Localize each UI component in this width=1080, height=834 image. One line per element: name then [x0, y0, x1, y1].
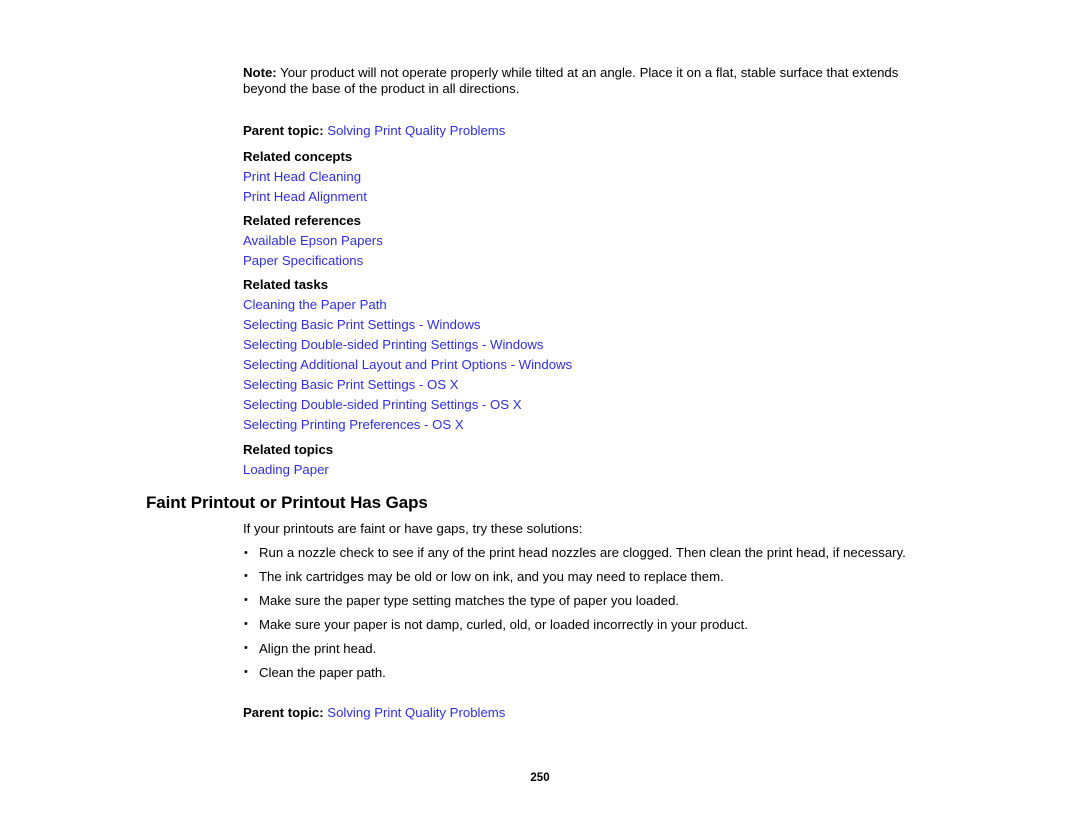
related-link[interactable]: Selecting Basic Print Settings - Windows — [243, 315, 926, 335]
related-link[interactable]: Paper Specifications — [243, 251, 926, 271]
related-link[interactable]: Selecting Double-sided Printing Settings… — [243, 335, 926, 355]
related-link[interactable]: Cleaning the Paper Path — [243, 295, 926, 315]
related-concepts-group: Related concepts Print Head Cleaning Pri… — [243, 147, 926, 207]
page-number: 250 — [530, 772, 550, 784]
list-item: Run a nozzle check to see if any of the … — [243, 544, 926, 561]
list-item: Align the print head. — [243, 640, 926, 657]
related-link[interactable]: Print Head Cleaning — [243, 167, 926, 187]
related-link[interactable]: Selecting Additional Layout and Print Op… — [243, 355, 926, 375]
parent-topic-link[interactable]: Solving Print Quality Problems — [327, 123, 505, 138]
related-group-heading: Related topics — [243, 442, 334, 457]
note-paragraph: Note: Your product will not operate prop… — [243, 65, 926, 98]
related-topics-group: Related topics Loading Paper — [243, 440, 926, 480]
page-title: Faint Printout or Printout Has Gaps — [146, 493, 428, 512]
related-link[interactable]: Selecting Basic Print Settings - OS X — [243, 375, 926, 395]
related-link[interactable]: Print Head Alignment — [243, 187, 926, 207]
list-item: Make sure your paper is not damp, curled… — [243, 616, 926, 633]
note-text: Your product will not operate properly w… — [243, 65, 899, 97]
related-link[interactable]: Selecting Printing Preferences - OS X — [243, 415, 926, 435]
section-intro: If your printouts are faint or have gaps… — [243, 521, 583, 536]
related-link[interactable]: Selecting Double-sided Printing Settings… — [243, 395, 926, 415]
parent-topic-label: Parent topic: — [243, 123, 324, 138]
list-item: Clean the paper path. — [243, 664, 926, 681]
list-item: Make sure the paper type setting matches… — [243, 592, 926, 609]
parent-topic-label: Parent topic: — [243, 705, 324, 720]
related-group-heading: Related references — [243, 213, 362, 228]
related-link[interactable]: Loading Paper — [243, 460, 926, 480]
related-group-heading: Related tasks — [243, 277, 329, 292]
document-page: Note: Your product will not operate prop… — [0, 0, 1080, 834]
related-link[interactable]: Available Epson Papers — [243, 231, 926, 251]
related-references-group: Related references Available Epson Paper… — [243, 211, 926, 271]
note-label: Note: — [243, 65, 277, 80]
solutions-list: Run a nozzle check to see if any of the … — [243, 544, 926, 688]
list-item: The ink cartridges may be old or low on … — [243, 568, 926, 585]
related-tasks-group: Related tasks Cleaning the Paper Path Se… — [243, 275, 926, 435]
related-group-heading: Related concepts — [243, 149, 353, 164]
parent-topic-top: Parent topic: Solving Print Quality Prob… — [243, 123, 926, 139]
parent-topic-link[interactable]: Solving Print Quality Problems — [327, 705, 505, 720]
parent-topic-bottom: Parent topic: Solving Print Quality Prob… — [243, 705, 926, 721]
